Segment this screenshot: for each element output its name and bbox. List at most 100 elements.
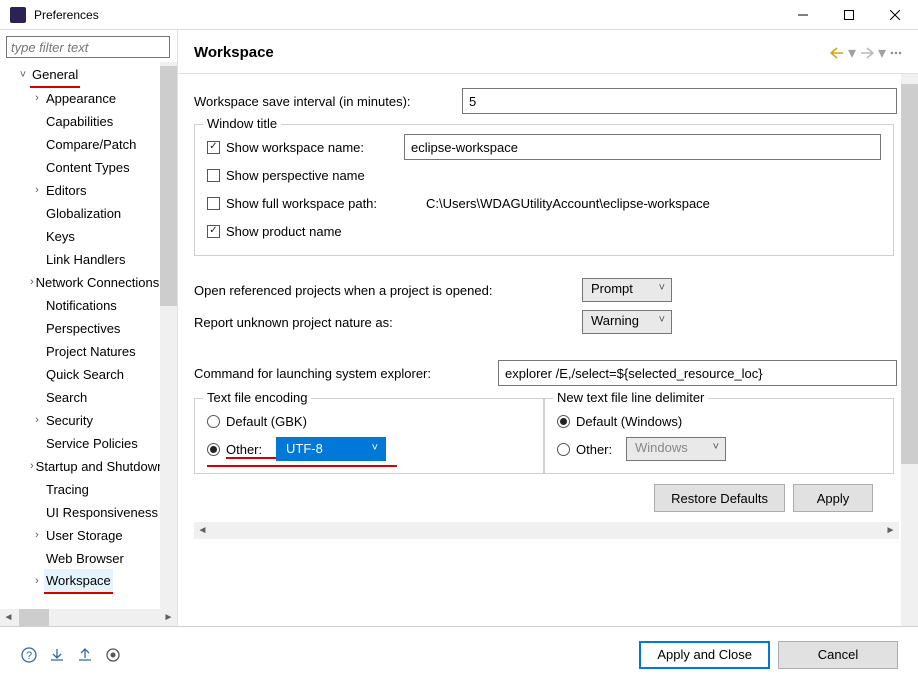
tree-item-label: Globalization: [44, 202, 123, 225]
tree-item[interactable]: Tracing: [2, 478, 160, 501]
tree-item[interactable]: ›Appearance: [2, 87, 160, 110]
tree-item[interactable]: ›Network Connections: [2, 271, 160, 294]
minimize-button[interactable]: [780, 0, 826, 30]
open-referenced-label: Open referenced projects when a project …: [194, 283, 582, 298]
filter-input[interactable]: [6, 36, 170, 58]
chevron-right-icon[interactable]: ›: [30, 179, 44, 202]
tree-item-label: Service Policies: [44, 432, 140, 455]
content-pane: Workspace ▾ ▾ Workspace save interval (i…: [178, 30, 918, 626]
tree-item-label: Project Natures: [44, 340, 138, 363]
maximize-button[interactable]: [826, 0, 872, 30]
export-icon[interactable]: [76, 646, 94, 664]
tree-item-label: Notifications: [44, 294, 119, 317]
svg-text:?: ?: [26, 650, 32, 662]
back-icon[interactable]: [830, 47, 844, 59]
show-perspective-name-label: Show perspective name: [226, 168, 365, 183]
tree-item[interactable]: Capabilities: [2, 110, 160, 133]
encoding-default-radio[interactable]: [207, 415, 220, 428]
oomph-record-icon[interactable]: [104, 646, 122, 664]
tree-item[interactable]: Search: [2, 386, 160, 409]
back-dropdown-icon[interactable]: ▾: [848, 43, 856, 63]
tree-item-label: UI Responsiveness: [44, 501, 160, 524]
close-button[interactable]: [872, 0, 918, 30]
tree-item-label: Quick Search: [44, 363, 126, 386]
show-workspace-name-label: Show workspace name:: [226, 140, 404, 155]
tree-item-label: Security: [44, 409, 95, 432]
show-full-path-checkbox[interactable]: [207, 197, 220, 210]
tree-item[interactable]: ›Startup and Shutdown: [2, 455, 160, 478]
show-perspective-name-checkbox[interactable]: [207, 169, 220, 182]
tree-item[interactable]: Globalization: [2, 202, 160, 225]
help-icon[interactable]: ?: [20, 646, 38, 664]
encoding-other-radio[interactable]: [207, 443, 220, 456]
preference-tree[interactable]: ˅General›AppearanceCapabilitiesCompare/P…: [0, 62, 160, 609]
show-full-path-label: Show full workspace path:: [226, 196, 426, 211]
chevron-right-icon[interactable]: ›: [30, 409, 44, 432]
workspace-name-input[interactable]: [404, 134, 881, 160]
tree-scrollbar-vertical[interactable]: [160, 62, 177, 609]
tree-item-label: Editors: [44, 179, 88, 202]
titlebar: Preferences: [0, 0, 918, 30]
tree-item[interactable]: ›Workspace: [2, 570, 160, 593]
tree-item-label: Startup and Shutdown: [34, 455, 160, 478]
encoding-other-select[interactable]: UTF-8: [276, 437, 386, 461]
app-icon: [10, 7, 26, 23]
line-delimiter-group: New text file line delimiter Default (Wi…: [544, 398, 894, 474]
tree-item-label: Capabilities: [44, 110, 115, 133]
apply-button[interactable]: Apply: [793, 484, 873, 512]
cmd-explorer-label: Command for launching system explorer:: [194, 366, 498, 381]
tree-item[interactable]: ›Security: [2, 409, 160, 432]
view-menu-icon[interactable]: [890, 47, 902, 59]
tree-item[interactable]: UI Responsiveness: [2, 501, 160, 524]
tree-item-label: Appearance: [44, 87, 118, 110]
tree-item[interactable]: Link Handlers: [2, 248, 160, 271]
import-icon[interactable]: [48, 646, 66, 664]
tree-item[interactable]: Keys: [2, 225, 160, 248]
tree-item-label: Network Connections: [34, 271, 160, 294]
tree-item[interactable]: ›User Storage: [2, 524, 160, 547]
chevron-down-icon[interactable]: ˅: [16, 64, 30, 87]
tree-scrollbar-horizontal[interactable]: ◄►: [0, 609, 177, 626]
tree-item-label: Content Types: [44, 156, 132, 179]
forward-icon[interactable]: [860, 47, 874, 59]
tree-item[interactable]: Content Types: [2, 156, 160, 179]
window-title-group: Window title Show workspace name: Show p…: [194, 124, 894, 256]
tree-item-label: User Storage: [44, 524, 125, 547]
tree-item[interactable]: Compare/Patch: [2, 133, 160, 156]
save-interval-input[interactable]: [462, 88, 897, 114]
open-referenced-select[interactable]: Prompt: [582, 278, 672, 302]
delimiter-other-select[interactable]: Windows: [626, 437, 726, 461]
tree-item[interactable]: ›Editors: [2, 179, 160, 202]
tree-item[interactable]: Project Natures: [2, 340, 160, 363]
cancel-button[interactable]: Cancel: [778, 641, 898, 669]
apply-and-close-button[interactable]: Apply and Close: [639, 641, 770, 669]
page-heading: Workspace: [194, 44, 826, 61]
cmd-explorer-input[interactable]: [498, 360, 897, 386]
tree-item[interactable]: Service Policies: [2, 432, 160, 455]
report-nature-select[interactable]: Warning: [582, 310, 672, 334]
tree-item[interactable]: Web Browser: [2, 547, 160, 570]
show-product-name-checkbox[interactable]: [207, 225, 220, 238]
chevron-right-icon[interactable]: ›: [30, 570, 44, 593]
show-workspace-name-checkbox[interactable]: [207, 141, 220, 154]
tree-item[interactable]: Perspectives: [2, 317, 160, 340]
content-scrollbar-vertical[interactable]: [901, 74, 918, 626]
window-title-group-label: Window title: [203, 116, 281, 131]
delimiter-other-radio[interactable]: [557, 443, 570, 456]
tree-item[interactable]: Quick Search: [2, 363, 160, 386]
sidebar: ˅General›AppearanceCapabilitiesCompare/P…: [0, 30, 178, 626]
delimiter-default-label: Default (Windows): [576, 414, 682, 429]
line-delimiter-title: New text file line delimiter: [553, 390, 708, 405]
delimiter-other-label: Other:: [576, 442, 626, 457]
chevron-right-icon[interactable]: ›: [30, 524, 44, 547]
tree-item-label: Link Handlers: [44, 248, 128, 271]
restore-defaults-button[interactable]: Restore Defaults: [654, 484, 785, 512]
delimiter-default-radio[interactable]: [557, 415, 570, 428]
chevron-right-icon[interactable]: ›: [30, 87, 44, 110]
forward-dropdown-icon[interactable]: ▾: [878, 43, 886, 63]
tree-item[interactable]: ˅General: [2, 64, 160, 87]
content-scrollbar-horizontal[interactable]: ◄►: [194, 522, 899, 539]
tree-item-label: Search: [44, 386, 89, 409]
tree-item-label: Web Browser: [44, 547, 126, 570]
tree-item[interactable]: Notifications: [2, 294, 160, 317]
